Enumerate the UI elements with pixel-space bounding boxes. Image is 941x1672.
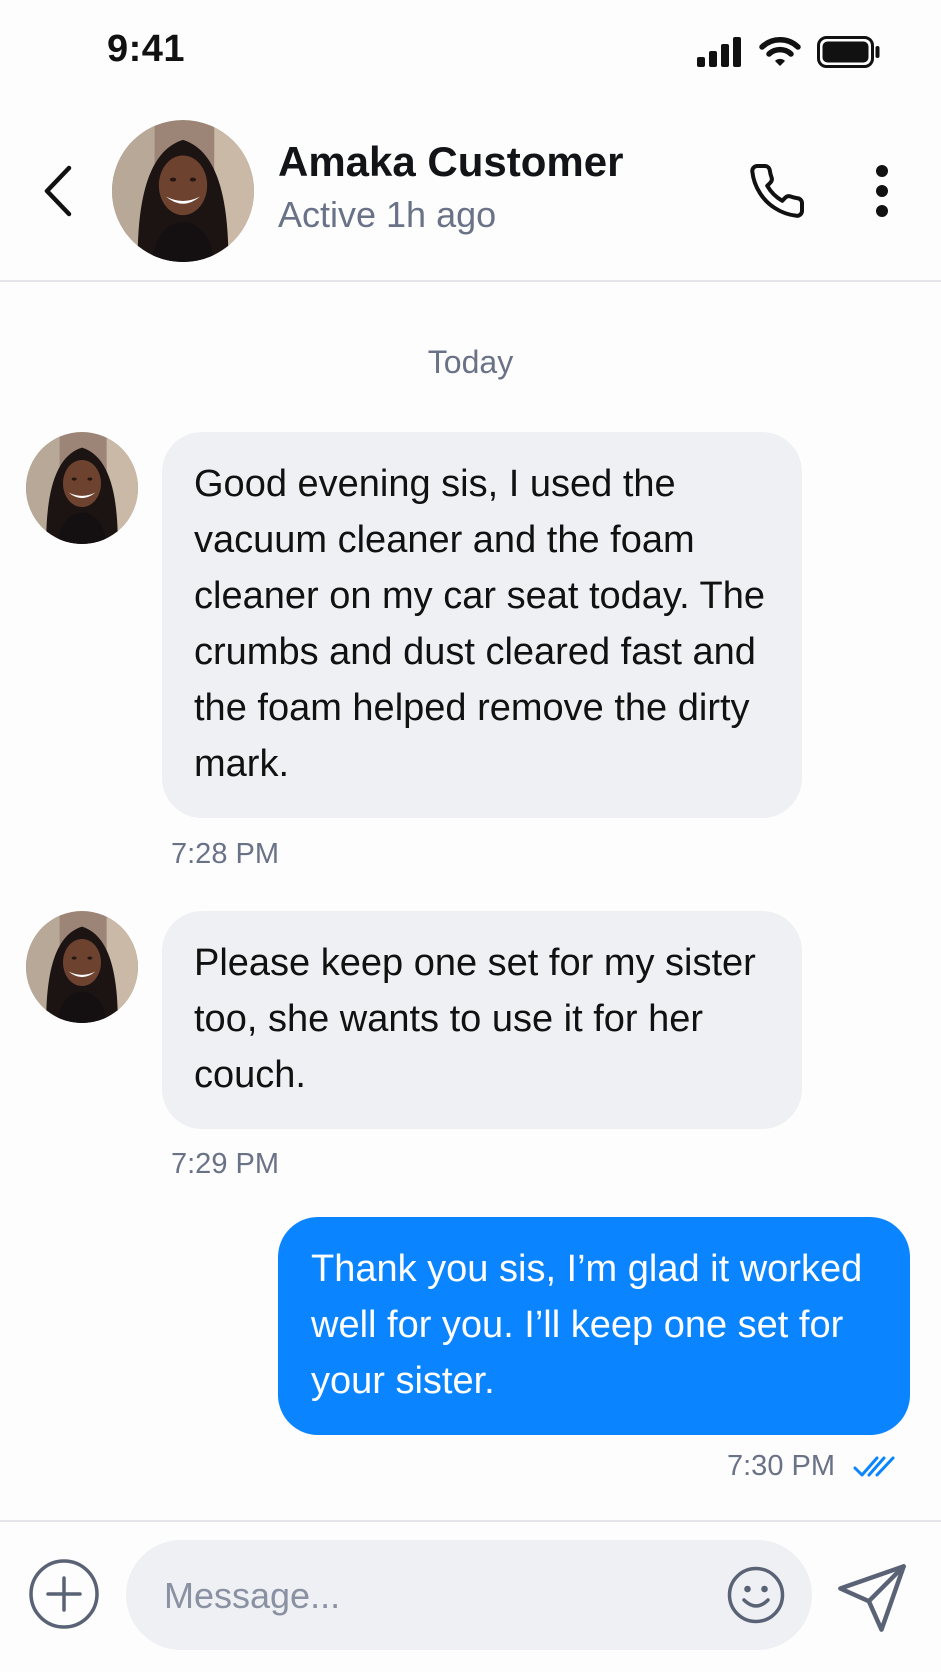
incoming-message-bubble[interactable]: Please keep one set for my sister too, s…	[162, 911, 802, 1129]
date-separator: Today	[427, 344, 514, 380]
more-options-button[interactable]	[860, 154, 904, 228]
contact-status: Active 1h ago	[278, 194, 497, 235]
contact-avatar[interactable]	[112, 120, 254, 262]
message-input[interactable]	[162, 1540, 686, 1652]
phone-icon	[747, 161, 807, 221]
send-icon	[834, 1560, 910, 1636]
back-button[interactable]	[30, 156, 86, 226]
back-chevron-icon	[41, 164, 75, 218]
cellular-signal-icon	[697, 37, 743, 67]
double-check-icon	[853, 1454, 899, 1480]
plus-circle-icon	[27, 1557, 101, 1631]
message-timestamp: 7:30 PM	[727, 1450, 835, 1482]
sender-avatar[interactable]	[26, 432, 138, 544]
status-time: 9:41	[107, 28, 186, 70]
status-bar: 9:41	[0, 0, 941, 100]
sender-avatar[interactable]	[26, 911, 138, 1023]
emoji-icon	[726, 1565, 786, 1625]
incoming-message-bubble[interactable]: Good evening sis, I used the vacuum clea…	[162, 432, 802, 818]
chat-header: Amaka Customer Active 1h ago	[0, 100, 941, 282]
outgoing-message-meta: 7:30 PM	[727, 1450, 899, 1483]
contact-name[interactable]: Amaka Customer	[278, 138, 623, 186]
more-vertical-icon	[872, 163, 892, 219]
message-composer	[0, 1520, 941, 1672]
outgoing-message-bubble[interactable]: Thank you sis, I’m glad it worked well f…	[278, 1217, 910, 1435]
emoji-button[interactable]	[726, 1565, 786, 1625]
message-field	[126, 1540, 812, 1652]
send-button[interactable]	[830, 1556, 914, 1640]
message-timestamp: 7:28 PM	[171, 838, 279, 870]
message-timestamp: 7:29 PM	[171, 1148, 279, 1180]
add-attachment-button[interactable]	[26, 1556, 102, 1632]
call-button[interactable]	[740, 154, 814, 228]
battery-icon	[817, 36, 881, 68]
wifi-icon	[759, 36, 801, 68]
status-icons	[697, 34, 881, 70]
